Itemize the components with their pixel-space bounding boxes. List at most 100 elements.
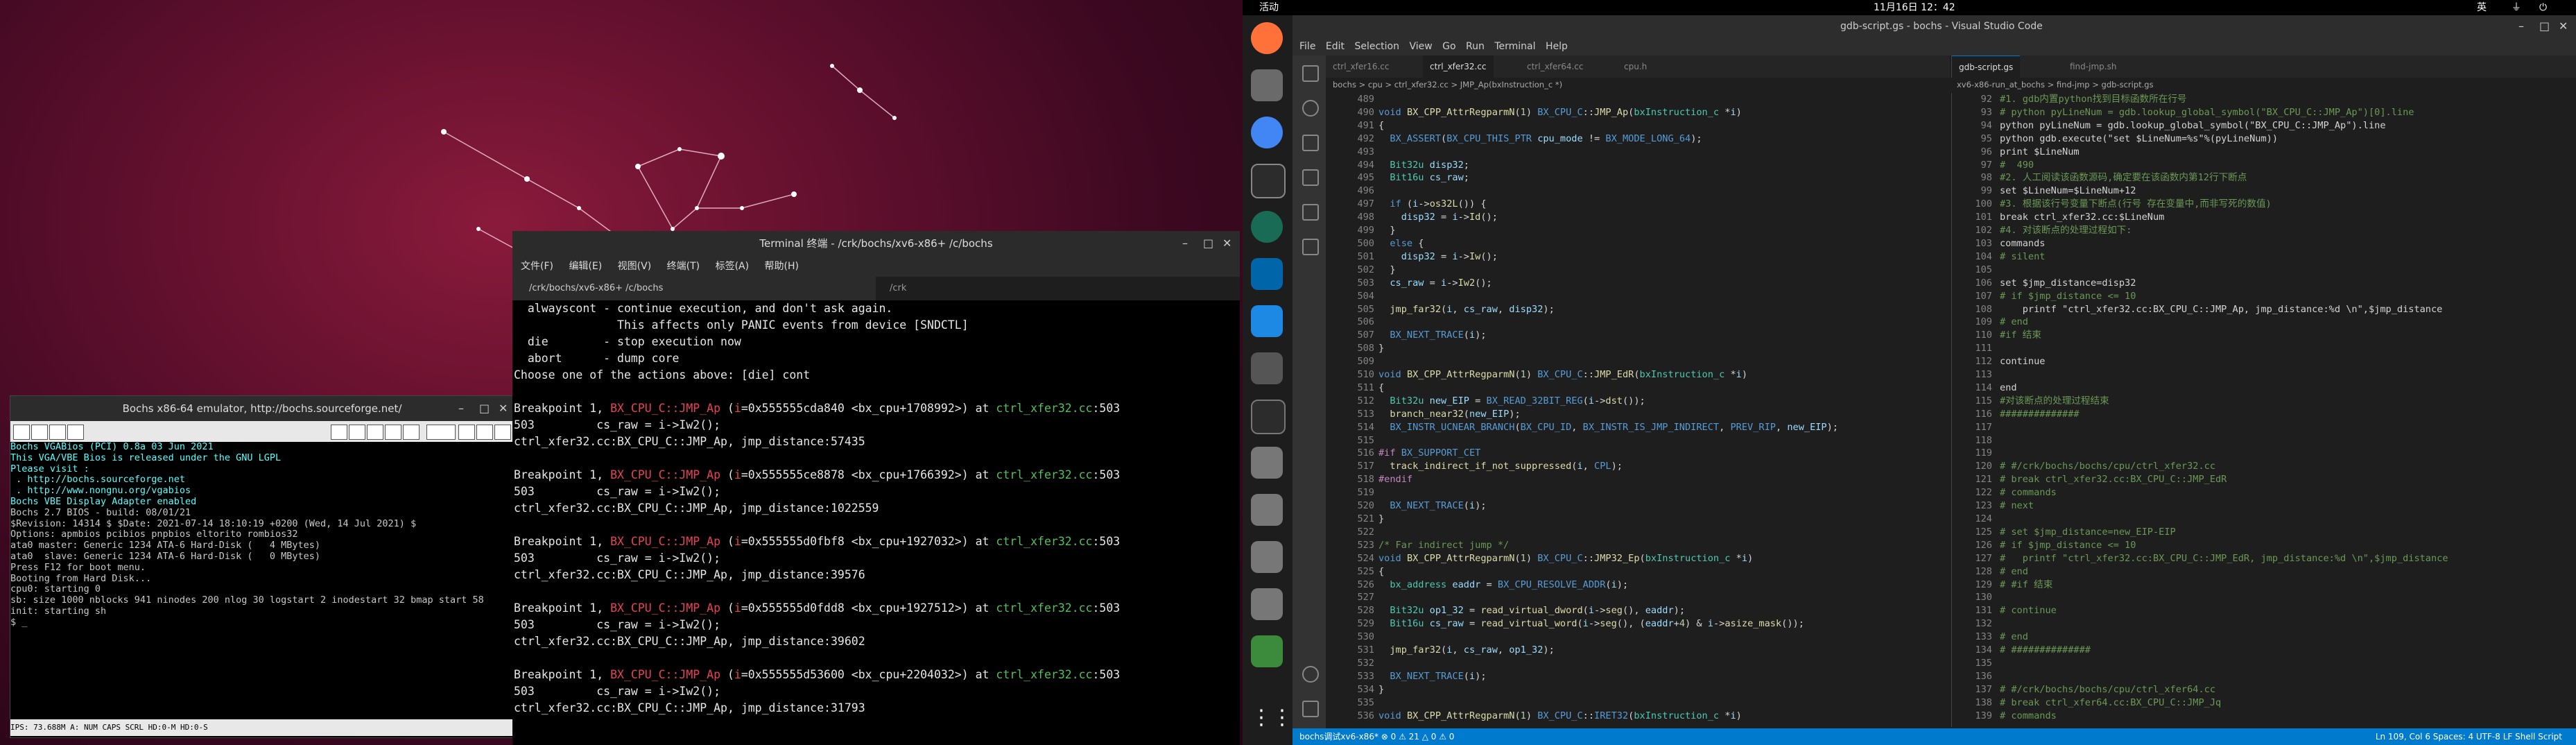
menu-go[interactable]: Go <box>1442 41 1455 52</box>
user-icon[interactable] <box>331 425 347 440</box>
left-code-editor[interactable]: void BX_CPP_AttrRegparmN(1) BX_CPU_C::JM… <box>1378 93 1947 727</box>
files-icon[interactable] <box>1251 69 1283 101</box>
show-apps-icon[interactable]: ⋮⋮ <box>1251 702 1293 734</box>
maximize-icon[interactable]: □ <box>1203 231 1213 256</box>
trash-icon[interactable] <box>1251 635 1283 667</box>
close-icon[interactable]: ✕ <box>1222 231 1231 256</box>
menu-help[interactable]: 帮助(H) <box>765 261 799 272</box>
menu-file[interactable]: File <box>1299 41 1315 52</box>
vscode-title-bar[interactable]: gdb-script.gs - bochs - Visual Studio Co… <box>1293 15 2576 37</box>
terminal-output[interactable]: alwayscont - continue execution, and don… <box>512 300 1241 745</box>
tab-ctrl-xfer32[interactable]: ctrl_xfer32.cc <box>1423 55 1494 78</box>
suspend-icon[interactable] <box>476 425 493 440</box>
close-icon[interactable]: ✕ <box>499 396 508 421</box>
source-control-icon[interactable] <box>1302 135 1319 151</box>
activities-button[interactable]: 活动 <box>1259 0 1279 15</box>
typora-icon[interactable] <box>1251 305 1283 337</box>
minimize-icon[interactable]: – <box>1182 231 1188 256</box>
terminal-tab-active[interactable]: /crk/bochs/xv6-x86+ /c/bochs <box>512 277 876 300</box>
maximize-icon[interactable]: □ <box>2539 15 2550 37</box>
terminal-icon-2[interactable] <box>1251 400 1286 434</box>
remote-explorer-icon[interactable] <box>1302 239 1319 255</box>
menu-tabs[interactable]: 标签(A) <box>716 261 750 272</box>
menu-selection[interactable]: Selection <box>1354 41 1399 52</box>
tab-ctrl-xfer16[interactable]: ctrl_xfer16.cc <box>1326 55 1397 78</box>
status-left[interactable]: bochs调试xv6-x86* ⊗ 0 ⚠ 21 △ 0 ⚠ 0 <box>1299 728 1454 745</box>
menu-run[interactable]: Run <box>1466 41 1485 52</box>
keyboard-layout-icon[interactable]: 英 <box>2477 0 2487 15</box>
explorer-icon[interactable] <box>1302 65 1319 82</box>
terminal-window-title: Terminal 终端 - /crk/bochs/xv6-x86+ /c/boc… <box>759 237 993 250</box>
bochs-vga-screen[interactable]: Bochs VGABios (PCI) 0.8a 03 Jun 2021 This… <box>10 442 514 718</box>
mouse-icon[interactable] <box>67 425 84 440</box>
paste-icon[interactable] <box>367 425 383 440</box>
clock[interactable]: 11月16日 12：42 <box>1874 0 1955 15</box>
bochs-title-bar[interactable]: Bochs x86-64 emulator, http://bochs.sour… <box>10 396 514 421</box>
close-icon[interactable]: ✕ <box>2559 15 2568 37</box>
menu-help[interactable]: Help <box>1546 41 1568 52</box>
snapshot-icon[interactable] <box>385 425 401 440</box>
source-line: 503 cs_raw = i->Iw2(); <box>514 551 721 565</box>
minimize-icon[interactable]: – <box>458 396 464 421</box>
power-menu-icon[interactable]: ⏻ <box>2539 0 2547 15</box>
firefox-icon[interactable] <box>1251 22 1283 54</box>
floppy-a-icon[interactable] <box>13 425 30 440</box>
menu-view[interactable]: View <box>1409 41 1432 52</box>
code-token: printf "ctrl_xfer32.cc:BX_CPU_C::JMP_Ap,… <box>2000 303 2443 315</box>
tab-cpu-h[interactable]: cpu.h <box>1617 55 1654 78</box>
cdrom-icon[interactable] <box>49 425 66 440</box>
code-line: # printf "ctrl_xfer32.cc:BX_CPU_C::JMP_E… <box>2000 552 2573 565</box>
terminal-title-bar[interactable]: Terminal 终端 - /crk/bochs/xv6-x86+ /c/boc… <box>512 231 1240 256</box>
power-icon[interactable] <box>494 425 511 440</box>
drive-icon-2[interactable] <box>1251 494 1283 526</box>
code-token: # continue <box>2000 605 2057 617</box>
tab-find-jmp[interactable]: find-jmp.sh <box>2063 55 2123 78</box>
left-editor-tabs: ctrl_xfer16.cc ctrl_xfer32.cc ctrl_xfer6… <box>1326 55 1950 78</box>
drive-icon[interactable] <box>1251 447 1283 479</box>
code-token: ( <box>1463 500 1469 512</box>
copy-icon[interactable] <box>349 425 365 440</box>
right-breadcrumb[interactable]: xv6-x86-run_at_bochs > find-jmp > gdb-sc… <box>1957 78 2154 92</box>
code-line <box>2000 513 2573 526</box>
right-code-editor[interactable]: #1. gdb内置python找到目标函数所在行号 # python pyLine… <box>2000 93 2573 727</box>
app-icon[interactable] <box>1251 211 1283 243</box>
code-token: ) <box>1525 369 1538 381</box>
menu-terminal[interactable]: Terminal <box>1494 41 1535 52</box>
drive-icon-4[interactable] <box>1251 588 1283 620</box>
status-right[interactable]: Ln 109, Col 6 Spaces: 4 UTF-8 LF Shell S… <box>2376 728 2562 745</box>
tab-gdb-script[interactable]: gdb-script.gs <box>1952 55 2021 78</box>
menu-file[interactable]: 文件(F) <box>521 261 553 272</box>
code-token: { <box>1378 119 1385 131</box>
reset-icon[interactable] <box>458 425 475 440</box>
account-icon[interactable] <box>1302 666 1319 683</box>
network-icon[interactable]: ⏚ <box>2512 0 2521 15</box>
terminal-tab[interactable]: /crk <box>873 277 1236 300</box>
menu-terminal[interactable]: 终端(T) <box>667 261 700 272</box>
manage-gear-icon[interactable] <box>1302 701 1319 717</box>
menu-edit[interactable]: Edit <box>1326 41 1345 52</box>
code-token: new_EIP <box>1469 408 1510 420</box>
left-breadcrumb[interactable]: bochs > cpu > ctrl_xfer32.cc > JMP_Ap(bx… <box>1333 78 1562 92</box>
code-token: } <box>1378 225 1396 237</box>
config-icon[interactable] <box>403 425 420 440</box>
minimize-icon[interactable]: – <box>2518 15 2524 37</box>
maximize-icon[interactable]: □ <box>479 396 490 421</box>
settings-icon[interactable] <box>1251 352 1283 384</box>
vscode-icon[interactable] <box>1251 258 1283 290</box>
search-icon[interactable] <box>1302 100 1319 117</box>
menu-edit[interactable]: 编辑(E) <box>569 261 602 272</box>
run-debug-icon[interactable] <box>1302 169 1319 186</box>
drive-icon-3[interactable] <box>1251 541 1283 573</box>
menu-view[interactable]: 视图(V) <box>618 261 652 272</box>
code-token: ( <box>1441 303 1447 315</box>
code-token: bxInstruction_c <box>1634 106 1720 118</box>
terminal-icon[interactable] <box>1251 164 1286 198</box>
chrome-icon[interactable] <box>1251 117 1283 148</box>
code-token: break ctrl_xfer32.cc:$LineNum <box>2000 212 2165 223</box>
floppy-b-icon[interactable] <box>31 425 48 440</box>
extensions-icon[interactable] <box>1302 204 1319 221</box>
tab-ctrl-xfer64[interactable]: ctrl_xfer64.cc <box>1520 55 1591 78</box>
